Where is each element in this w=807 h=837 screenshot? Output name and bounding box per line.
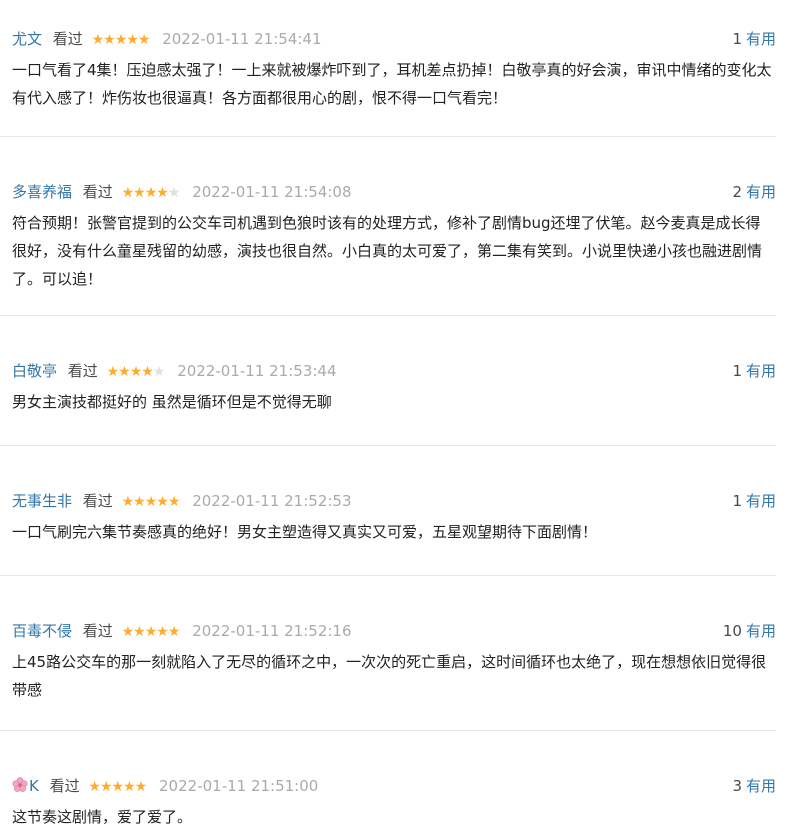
username-link[interactable]: 无事生非 — [12, 492, 72, 510]
useful-vote-button[interactable]: 1 有用 — [732, 360, 776, 382]
rating-stars: ★★★★★ — [106, 361, 166, 383]
star-filled-icon: ★ — [156, 185, 169, 201]
review-header: 无事生非 看过 ★★★★★ 2022-01-11 21:52:53 1 有用 — [12, 490, 776, 512]
username-link[interactable]: 百毒不侵 — [12, 622, 72, 640]
review-time: 2022-01-11 21:52:16 — [192, 622, 352, 640]
username-link[interactable]: 尤文 — [12, 30, 42, 48]
star-filled-icon: ★ — [156, 494, 169, 510]
useful-vote-button[interactable]: 10 有用 — [723, 620, 776, 642]
star-filled-icon: ★ — [134, 779, 148, 795]
star-filled-icon: ★ — [121, 494, 135, 510]
star-filled-icon: ★ — [118, 364, 131, 380]
cherry-blossom-icon — [12, 777, 28, 793]
username-link[interactable]: 多喜养福 — [12, 183, 72, 201]
useful-count: 1 — [732, 492, 742, 510]
star-filled-icon: ★ — [141, 364, 154, 380]
star-filled-icon: ★ — [121, 185, 135, 201]
useful-vote-button[interactable]: 1 有用 — [732, 490, 776, 512]
review-time: 2022-01-11 21:53:44 — [177, 362, 337, 380]
star-filled-icon: ★ — [144, 624, 158, 640]
star-filled-icon: ★ — [133, 494, 146, 510]
star-filled-icon: ★ — [111, 779, 125, 795]
review-content: 上45路公交车的那一刻就陷入了无尽的循环之中，一次次的死亡重启，这时间循环也太绝… — [12, 653, 767, 699]
review-time: 2022-01-11 21:54:08 — [192, 183, 352, 201]
review-content: 这节奏这剧情，爱了爱了。 — [12, 808, 193, 826]
review-header: 多喜养福 看过 ★★★★★ 2022-01-11 21:54:08 2 有用 — [12, 181, 776, 203]
useful-count: 2 — [732, 183, 742, 201]
star-filled-icon: ★ — [106, 364, 120, 380]
username-link[interactable]: K — [29, 777, 39, 795]
useful-label: 有用 — [745, 183, 776, 201]
star-filled-icon: ★ — [123, 779, 136, 795]
star-filled-icon: ★ — [156, 624, 169, 640]
review-header: 白敬亭 看过 ★★★★★ 2022-01-11 21:53:44 1 有用 — [12, 360, 776, 382]
review-list: 尤文 看过 ★★★★★ 2022-01-11 21:54:41 1 有用 一口气看… — [0, 0, 807, 837]
useful-label: 有用 — [745, 492, 776, 510]
useful-vote-button[interactable]: 3 有用 — [732, 775, 776, 797]
rating-stars: ★★★★★ — [91, 29, 151, 51]
star-filled-icon: ★ — [129, 364, 143, 380]
watched-status: 看过 — [82, 183, 113, 201]
star-filled-icon: ★ — [167, 624, 181, 640]
star-filled-icon: ★ — [144, 185, 158, 201]
review-item: 无事生非 看过 ★★★★★ 2022-01-11 21:52:53 1 有用 一口… — [0, 446, 776, 576]
star-filled-icon: ★ — [144, 494, 158, 510]
review-item: K 看过 ★★★★★ 2022-01-11 21:51:00 3 有用 这节奏这剧… — [0, 731, 776, 837]
watched-status: 看过 — [82, 492, 113, 510]
watched-status: 看过 — [49, 777, 80, 795]
rating-stars: ★★★★★ — [121, 621, 181, 643]
useful-count: 1 — [732, 30, 742, 48]
review-time: 2022-01-11 21:52:53 — [192, 492, 352, 510]
star-filled-icon: ★ — [126, 32, 139, 48]
star-filled-icon: ★ — [91, 32, 105, 48]
useful-count: 10 — [722, 622, 742, 640]
star-filled-icon: ★ — [103, 32, 116, 48]
star-empty-icon: ★ — [167, 185, 181, 201]
username-link[interactable]: 白敬亭 — [12, 362, 57, 380]
useful-vote-button[interactable]: 2 有用 — [732, 181, 776, 203]
useful-vote-button[interactable]: 1 有用 — [732, 28, 776, 50]
star-filled-icon: ★ — [133, 185, 146, 201]
useful-count: 1 — [732, 362, 742, 380]
useful-label: 有用 — [745, 622, 776, 640]
star-empty-icon: ★ — [152, 364, 166, 380]
rating-stars: ★★★★★ — [121, 491, 181, 513]
star-filled-icon: ★ — [167, 494, 181, 510]
review-content: 符合预期！张警官提到的公交车司机遇到色狼时该有的处理方式，修补了剧情bug还埋了… — [12, 214, 763, 288]
review-item: 百毒不侵 看过 ★★★★★ 2022-01-11 21:52:16 10 有用 上… — [0, 576, 776, 731]
rating-stars: ★★★★★ — [121, 182, 181, 204]
review-item: 白敬亭 看过 ★★★★★ 2022-01-11 21:53:44 1 有用 男女主… — [0, 316, 776, 446]
review-item: 尤文 看过 ★★★★★ 2022-01-11 21:54:41 1 有用 一口气看… — [0, 0, 776, 137]
star-filled-icon: ★ — [114, 32, 128, 48]
star-filled-icon: ★ — [137, 32, 151, 48]
review-item: 多喜养福 看过 ★★★★★ 2022-01-11 21:54:08 2 有用 符合… — [0, 137, 776, 316]
watched-status: 看过 — [67, 362, 98, 380]
watched-status: 看过 — [82, 622, 113, 640]
review-header: 百毒不侵 看过 ★★★★★ 2022-01-11 21:52:16 10 有用 — [12, 620, 776, 642]
rating-stars: ★★★★★ — [88, 776, 148, 798]
review-content: 男女主演技都挺好的 虽然是循环但是不觉得无聊 — [12, 393, 332, 411]
useful-label: 有用 — [745, 30, 776, 48]
star-filled-icon: ★ — [121, 624, 135, 640]
review-content: 一口气刷完六集节奏感真的绝好！男女主塑造得又真实又可爱，五星观望期待下面剧情！ — [12, 523, 598, 541]
watched-status: 看过 — [52, 30, 83, 48]
review-content: 一口气看了4集！压迫感太强了！一上来就被爆炸吓到了，耳机差点扔掉！白敬亭真的好会… — [12, 61, 772, 107]
review-time: 2022-01-11 21:54:41 — [162, 30, 322, 48]
useful-label: 有用 — [745, 362, 776, 380]
review-header: K 看过 ★★★★★ 2022-01-11 21:51:00 3 有用 — [12, 775, 776, 797]
review-header: 尤文 看过 ★★★★★ 2022-01-11 21:54:41 1 有用 — [12, 28, 776, 50]
useful-count: 3 — [732, 777, 742, 795]
review-time: 2022-01-11 21:51:00 — [159, 777, 319, 795]
useful-label: 有用 — [745, 777, 776, 795]
star-filled-icon: ★ — [99, 779, 113, 795]
star-filled-icon: ★ — [133, 624, 146, 640]
star-filled-icon: ★ — [88, 779, 101, 795]
